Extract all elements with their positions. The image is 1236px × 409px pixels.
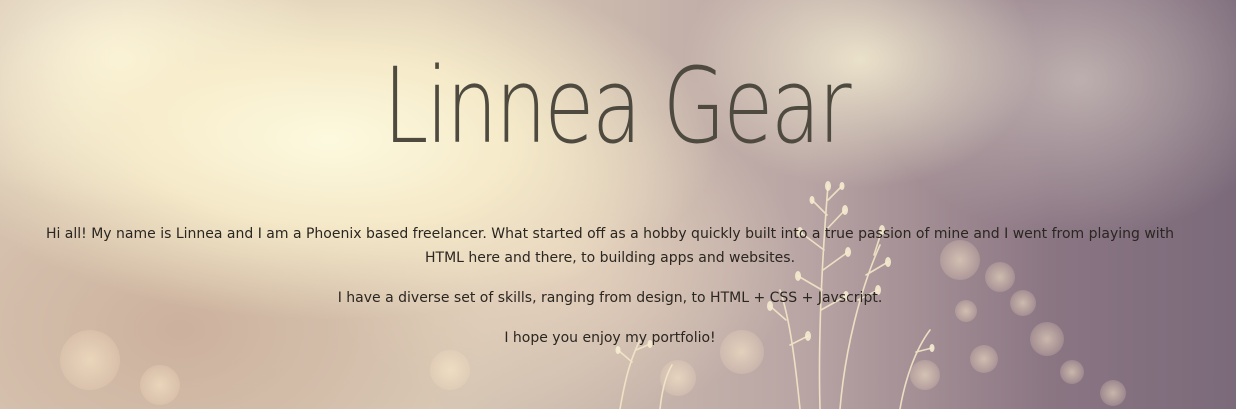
intro-paragraph: I hope you enjoy my portfolio!: [504, 330, 716, 346]
page-title: Linnea Gear: [383, 45, 851, 167]
intro-paragraph: I have a diverse set of skills, ranging …: [337, 290, 883, 306]
intro-text: Hi all! My name is Linnea and I am a Pho…: [30, 222, 1190, 366]
intro-paragraph: Hi all! My name is Linnea and I am a Pho…: [45, 226, 1175, 266]
hero-section: Linnea Gear Hi all! My name is Linnea an…: [0, 0, 1236, 409]
